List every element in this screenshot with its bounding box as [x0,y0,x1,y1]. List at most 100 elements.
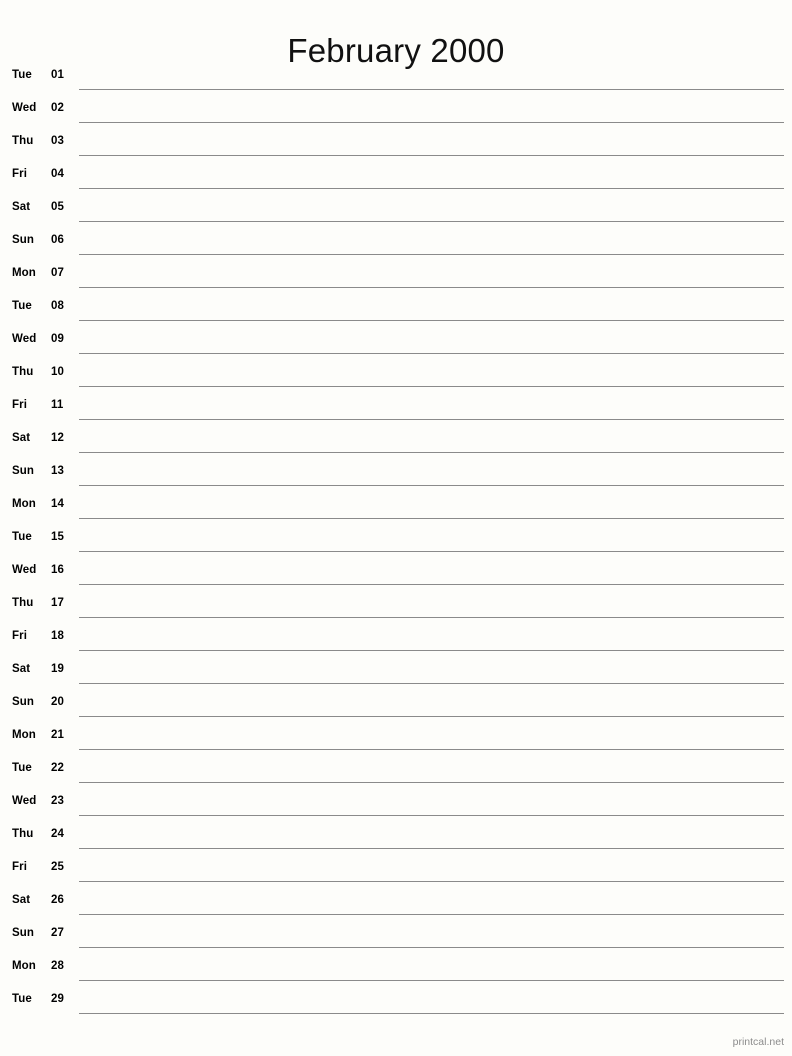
day-number-label: 12 [51,432,64,444]
day-row[interactable]: Sun 13 [0,459,792,492]
day-number-label: 21 [51,729,64,741]
day-weekday-label: Wed [12,795,37,807]
day-number-label: 05 [51,201,64,213]
day-number-label: 16 [51,564,64,576]
day-row[interactable]: Sat 05 [0,195,792,228]
day-writing-line[interactable] [79,485,784,486]
day-weekday-label: Thu [12,135,34,147]
day-writing-line[interactable] [79,155,784,156]
day-number-label: 27 [51,927,64,939]
day-writing-line[interactable] [79,650,784,651]
day-writing-line[interactable] [79,419,784,420]
day-row[interactable]: Mon 21 [0,723,792,756]
day-weekday-label: Wed [12,102,37,114]
day-row[interactable]: Tue 22 [0,756,792,789]
day-writing-line[interactable] [79,1013,784,1014]
day-row[interactable]: Tue 08 [0,294,792,327]
day-weekday-label: Fri [12,861,27,873]
day-writing-line[interactable] [79,881,784,882]
day-number-label: 08 [51,300,64,312]
day-writing-line[interactable] [79,749,784,750]
day-row[interactable]: Fri 25 [0,855,792,888]
day-number-label: 03 [51,135,64,147]
day-row[interactable]: Fri 11 [0,393,792,426]
day-writing-line[interactable] [79,914,784,915]
day-row[interactable]: Sat 12 [0,426,792,459]
calendar-page: February 2000 Tue 01 Wed 02 Thu 03 Fri 04 Sat 05 S… [0,0,792,1056]
day-writing-line[interactable] [79,683,784,684]
day-writing-line[interactable] [79,617,784,618]
day-row[interactable]: Thu 17 [0,591,792,624]
day-number-label: 15 [51,531,64,543]
day-writing-line[interactable] [79,254,784,255]
day-row[interactable]: Sun 06 [0,228,792,261]
day-row[interactable]: Thu 10 [0,360,792,393]
day-weekday-label: Tue [12,762,32,774]
day-writing-line[interactable] [79,782,784,783]
day-row[interactable]: Sat 26 [0,888,792,921]
day-weekday-label: Sun [12,234,35,246]
day-row[interactable]: Wed 23 [0,789,792,822]
day-row[interactable]: Mon 07 [0,261,792,294]
day-writing-line[interactable] [79,980,784,981]
day-row[interactable]: Wed 02 [0,96,792,129]
day-writing-line[interactable] [79,848,784,849]
day-weekday-label: Mon [12,498,36,510]
day-row[interactable]: Sun 27 [0,921,792,954]
day-writing-line[interactable] [79,287,784,288]
day-weekday-label: Sun [12,465,35,477]
day-weekday-label: Mon [12,729,36,741]
day-writing-line[interactable] [79,386,784,387]
day-weekday-label: Tue [12,993,32,1005]
day-weekday-label: Sat [12,201,31,213]
day-number-label: 19 [51,663,64,675]
day-weekday-label: Mon [12,960,36,972]
day-row[interactable]: Fri 04 [0,162,792,195]
day-row[interactable]: Thu 03 [0,129,792,162]
day-number-label: 23 [51,795,64,807]
day-number-label: 11 [51,399,64,411]
day-writing-line[interactable] [79,89,784,90]
day-row[interactable]: Mon 14 [0,492,792,525]
day-row[interactable]: Wed 09 [0,327,792,360]
day-weekday-label: Sun [12,696,35,708]
day-writing-line[interactable] [79,452,784,453]
day-row[interactable]: Sun 20 [0,690,792,723]
day-row[interactable]: Fri 18 [0,624,792,657]
day-weekday-label: Tue [12,531,32,543]
day-row[interactable]: Tue 01 [0,63,792,96]
day-number-label: 24 [51,828,64,840]
day-writing-line[interactable] [79,716,784,717]
day-writing-line[interactable] [79,518,784,519]
day-writing-line[interactable] [79,584,784,585]
day-weekday-label: Sat [12,894,31,906]
day-number-label: 28 [51,960,64,972]
day-writing-line[interactable] [79,221,784,222]
day-row[interactable]: Wed 16 [0,558,792,591]
day-row[interactable]: Tue 15 [0,525,792,558]
day-weekday-label: Thu [12,366,34,378]
day-number-label: 26 [51,894,64,906]
day-rows-list: Tue 01 Wed 02 Thu 03 Fri 04 Sat 05 Sun 06 Mon 07 Tue 08… [0,63,792,1020]
day-row[interactable]: Tue 29 [0,987,792,1020]
footer-credit: printcal.net [732,1036,784,1048]
day-weekday-label: Tue [12,69,32,81]
day-row[interactable]: Sat 19 [0,657,792,690]
day-writing-line[interactable] [79,947,784,948]
day-number-label: 07 [51,267,64,279]
day-writing-line[interactable] [79,122,784,123]
day-writing-line[interactable] [79,353,784,354]
day-weekday-label: Tue [12,300,32,312]
day-weekday-label: Fri [12,168,27,180]
day-writing-line[interactable] [79,188,784,189]
day-weekday-label: Mon [12,267,36,279]
day-weekday-label: Fri [12,399,27,411]
day-number-label: 02 [51,102,64,114]
day-row[interactable]: Thu 24 [0,822,792,855]
day-row[interactable]: Mon 28 [0,954,792,987]
day-writing-line[interactable] [79,551,784,552]
day-writing-line[interactable] [79,815,784,816]
day-weekday-label: Sun [12,927,35,939]
day-writing-line[interactable] [79,320,784,321]
day-number-label: 14 [51,498,64,510]
